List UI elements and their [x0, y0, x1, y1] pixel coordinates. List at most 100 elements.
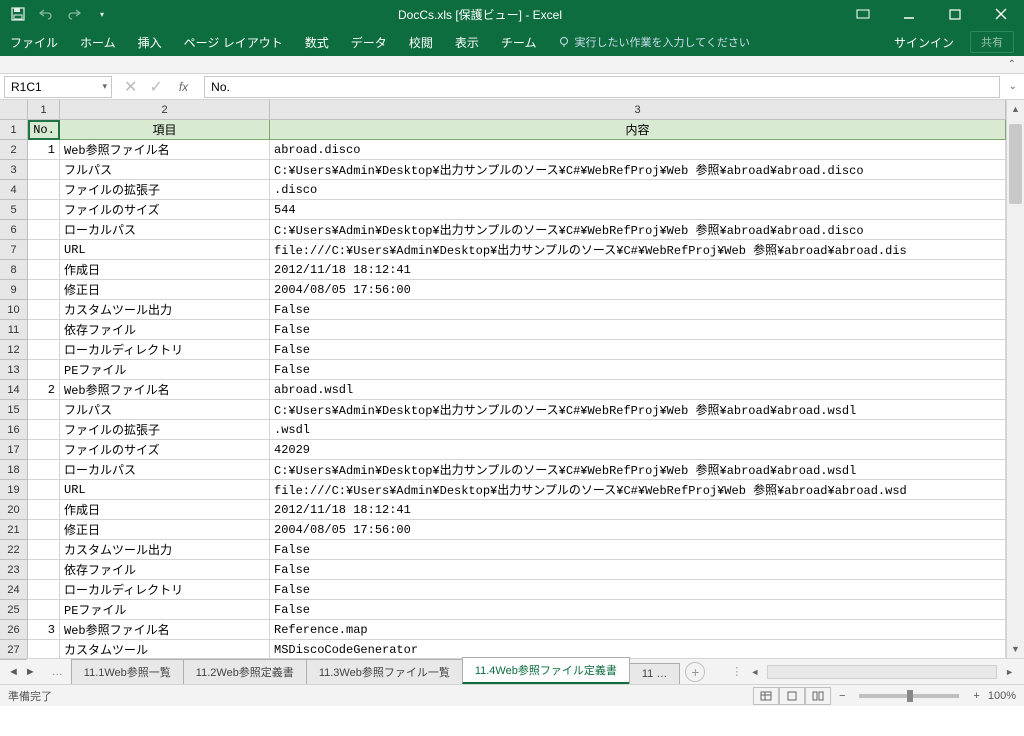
cell[interactable]: False — [270, 320, 1006, 339]
cell[interactable]: abroad.disco — [270, 140, 1006, 159]
column-header-2[interactable]: 2 — [60, 100, 270, 119]
cell[interactable]: フルパス — [60, 160, 270, 179]
zoom-level[interactable]: 100% — [988, 690, 1016, 702]
row-header[interactable]: 16 — [0, 420, 27, 440]
cell[interactable]: 2004/08/05 17:56:00 — [270, 520, 1006, 539]
horizontal-scrollbar[interactable] — [767, 665, 997, 679]
tab-pagelayout[interactable]: ページ レイアウト — [184, 34, 283, 51]
signin-link[interactable]: サインイン — [894, 34, 954, 51]
view-pagebreak-button[interactable] — [805, 687, 831, 705]
cell[interactable] — [28, 500, 60, 519]
header-cell-content[interactable]: 内容 — [270, 120, 1006, 140]
tab-insert[interactable]: 挿入 — [138, 34, 162, 51]
undo-icon[interactable] — [36, 4, 56, 24]
row-header[interactable]: 24 — [0, 580, 27, 600]
cell[interactable]: 3 — [28, 620, 60, 639]
cell[interactable]: 2 — [28, 380, 60, 399]
cell[interactable]: C:¥Users¥Admin¥Desktop¥出力サンプルのソース¥C#¥Web… — [270, 400, 1006, 419]
cancel-formula-icon[interactable]: ✕ — [124, 77, 137, 97]
cell[interactable]: ローカルパス — [60, 460, 270, 479]
cell[interactable]: False — [270, 360, 1006, 379]
zoom-out-button[interactable]: − — [839, 690, 845, 702]
cell[interactable]: PEファイル — [60, 600, 270, 619]
cell[interactable]: フルパス — [60, 400, 270, 419]
row-header[interactable]: 13 — [0, 360, 27, 380]
cell[interactable]: .wsdl — [270, 420, 1006, 439]
cell[interactable]: カスタムツール出力 — [60, 300, 270, 319]
cell[interactable]: False — [270, 580, 1006, 599]
qat-dropdown-icon[interactable]: ▾ — [92, 4, 112, 24]
view-normal-button[interactable] — [753, 687, 779, 705]
header-cell-item[interactable]: 項目 — [60, 120, 270, 140]
cell[interactable] — [28, 600, 60, 619]
row-header[interactable]: 19 — [0, 480, 27, 500]
row-header[interactable]: 22 — [0, 540, 27, 560]
cell[interactable]: URL — [60, 480, 270, 499]
ribbon-display-icon[interactable] — [840, 0, 886, 28]
hscroll-split-icon[interactable]: ⋮ — [731, 665, 742, 678]
header-cell-no[interactable]: No. — [28, 120, 60, 140]
cell[interactable] — [28, 280, 60, 299]
add-sheet-button[interactable]: + — [685, 662, 705, 682]
cell[interactable] — [28, 260, 60, 279]
cell[interactable]: 42029 — [270, 440, 1006, 459]
row-header[interactable]: 11 — [0, 320, 27, 340]
cell[interactable]: MSDiscoCodeGenerator — [270, 640, 1006, 658]
cell[interactable]: Web参照ファイル名 — [60, 620, 270, 639]
cell[interactable]: カスタムツール出力 — [60, 540, 270, 559]
cell[interactable]: 作成日 — [60, 500, 270, 519]
cell[interactable] — [28, 460, 60, 479]
row-header[interactable]: 17 — [0, 440, 27, 460]
cell[interactable]: C:¥Users¥Admin¥Desktop¥出力サンプルのソース¥C#¥Web… — [270, 160, 1006, 179]
row-header[interactable]: 9 — [0, 280, 27, 300]
namebox-dropdown-icon[interactable]: ▾ — [102, 81, 107, 92]
row-header[interactable]: 20 — [0, 500, 27, 520]
cell[interactable]: ローカルディレクトリ — [60, 580, 270, 599]
row-header[interactable]: 6 — [0, 220, 27, 240]
row-header[interactable]: 23 — [0, 560, 27, 580]
sheet-tab[interactable]: 11.3Web参照ファイル一覧 — [306, 659, 463, 684]
cell[interactable] — [28, 200, 60, 219]
view-pagelayout-button[interactable] — [779, 687, 805, 705]
fx-icon[interactable]: fx — [179, 80, 188, 94]
tab-data[interactable]: データ — [351, 34, 387, 51]
tab-nav-next-icon[interactable]: ► — [25, 666, 36, 678]
tab-nav-prev-icon[interactable]: ◄ — [8, 666, 19, 678]
cell[interactable]: 修正日 — [60, 520, 270, 539]
cell[interactable]: False — [270, 560, 1006, 579]
sheet-tab[interactable]: 11.4Web参照ファイル定義書 — [462, 657, 630, 684]
cell[interactable]: URL — [60, 240, 270, 259]
formula-bar[interactable]: No. ⌄ — [204, 76, 1000, 98]
cell[interactable]: 544 — [270, 200, 1006, 219]
cell[interactable]: ファイルの拡張子 — [60, 180, 270, 199]
cell[interactable]: False — [270, 600, 1006, 619]
cell[interactable]: 2012/11/18 18:12:41 — [270, 260, 1006, 279]
row-header[interactable]: 26 — [0, 620, 27, 640]
cell[interactable] — [28, 400, 60, 419]
select-all-corner[interactable] — [0, 100, 27, 120]
cell[interactable]: 依存ファイル — [60, 560, 270, 579]
cell[interactable]: ファイルのサイズ — [60, 200, 270, 219]
cell[interactable] — [28, 180, 60, 199]
minimize-button[interactable] — [886, 0, 932, 28]
scroll-down-icon[interactable]: ▼ — [1007, 640, 1024, 658]
tab-formulas[interactable]: 数式 — [305, 34, 329, 51]
hscroll-left-icon[interactable]: ◄ — [746, 667, 763, 677]
zoom-slider[interactable] — [859, 694, 959, 698]
tab-home[interactable]: ホーム — [80, 34, 116, 51]
cell[interactable] — [28, 340, 60, 359]
cell[interactable]: Web参照ファイル名 — [60, 140, 270, 159]
column-header-1[interactable]: 1 — [28, 100, 60, 119]
sheet-tab[interactable]: 11 … — [629, 663, 680, 684]
row-header[interactable]: 5 — [0, 200, 27, 220]
cell[interactable] — [28, 520, 60, 539]
hscroll-right-icon[interactable]: ► — [1001, 667, 1018, 677]
row-header[interactable]: 15 — [0, 400, 27, 420]
cell[interactable]: .disco — [270, 180, 1006, 199]
cell[interactable] — [28, 580, 60, 599]
sheet-tab[interactable]: 11.1Web参照一覧 — [71, 659, 184, 684]
cell[interactable] — [28, 540, 60, 559]
cell[interactable]: 1 — [28, 140, 60, 159]
cell[interactable]: ファイルのサイズ — [60, 440, 270, 459]
cell[interactable]: C:¥Users¥Admin¥Desktop¥出力サンプルのソース¥C#¥Web… — [270, 460, 1006, 479]
